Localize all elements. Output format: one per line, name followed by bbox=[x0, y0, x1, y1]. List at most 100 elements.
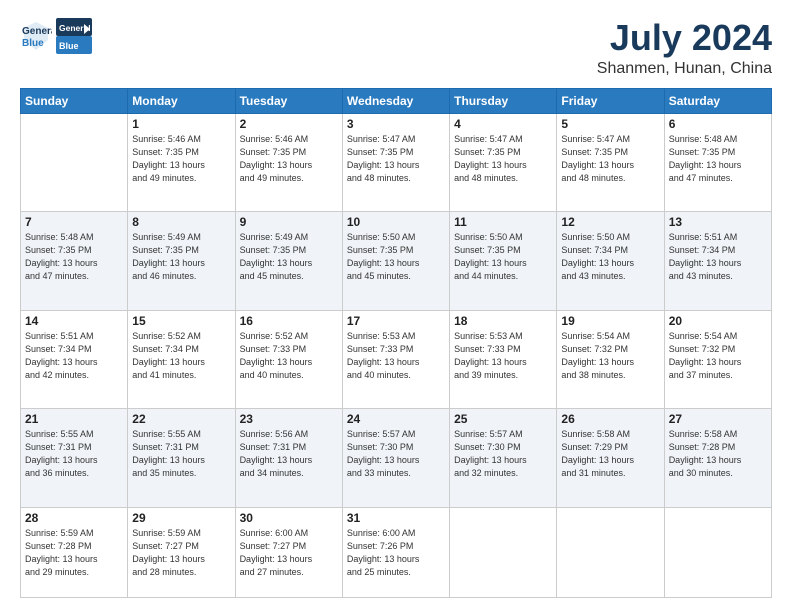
day-number: 11 bbox=[454, 215, 552, 229]
cell-info: Sunrise: 6:00 AM Sunset: 7:27 PM Dayligh… bbox=[240, 527, 338, 579]
cell-info: Sunrise: 5:50 AM Sunset: 7:35 PM Dayligh… bbox=[347, 231, 445, 283]
day-number: 3 bbox=[347, 117, 445, 131]
day-number: 16 bbox=[240, 314, 338, 328]
calendar-cell: 12 Sunrise: 5:50 AM Sunset: 7:34 PM Dayli… bbox=[557, 212, 664, 311]
cell-info: Sunrise: 5:46 AM Sunset: 7:35 PM Dayligh… bbox=[240, 133, 338, 185]
cell-info: Sunrise: 6:00 AM Sunset: 7:26 PM Dayligh… bbox=[347, 527, 445, 579]
day-number: 31 bbox=[347, 511, 445, 525]
logo-svg: General Blue bbox=[56, 18, 92, 54]
day-number: 13 bbox=[669, 215, 767, 229]
calendar-cell: 24Sunrise: 5:57 AM Sunset: 7:30 PM Dayli… bbox=[342, 409, 449, 508]
calendar-week-row: 28 Sunrise: 5:59 AM Sunset: 7:28 PM Dayli… bbox=[21, 507, 772, 597]
cell-info: Sunrise: 5:59 AM Sunset: 7:28 PM Dayligh… bbox=[25, 527, 123, 579]
day-number: 1 bbox=[132, 117, 230, 131]
calendar-cell: 28 Sunrise: 5:59 AM Sunset: 7:28 PM Dayli… bbox=[21, 507, 128, 597]
day-number: 29 bbox=[132, 511, 230, 525]
day-number: 20 bbox=[669, 314, 767, 328]
day-number: 5 bbox=[561, 117, 659, 131]
calendar-cell: 11 Sunrise: 5:50 AM Sunset: 7:35 PM Dayli… bbox=[450, 212, 557, 311]
calendar-cell: 22 Sunrise: 5:55 AM Sunset: 7:31 PM Dayli… bbox=[128, 409, 235, 508]
calendar-cell: 4Sunrise: 5:47 AM Sunset: 7:35 PM Daylig… bbox=[450, 113, 557, 212]
day-number: 19 bbox=[561, 314, 659, 328]
calendar-cell: 26 Sunrise: 5:58 AM Sunset: 7:29 PM Dayli… bbox=[557, 409, 664, 508]
calendar-cell: 19Sunrise: 5:54 AM Sunset: 7:32 PM Dayli… bbox=[557, 310, 664, 409]
column-header-saturday: Saturday bbox=[664, 88, 771, 113]
cell-info: Sunrise: 5:47 AM Sunset: 7:35 PM Dayligh… bbox=[561, 133, 659, 185]
calendar-cell bbox=[21, 113, 128, 212]
calendar-cell: 10 Sunrise: 5:50 AM Sunset: 7:35 PM Dayli… bbox=[342, 212, 449, 311]
calendar-header-row: SundayMondayTuesdayWednesdayThursdayFrid… bbox=[21, 88, 772, 113]
calendar-table: SundayMondayTuesdayWednesdayThursdayFrid… bbox=[20, 88, 772, 598]
day-number: 14 bbox=[25, 314, 123, 328]
calendar-cell: 7Sunrise: 5:48 AM Sunset: 7:35 PM Daylig… bbox=[21, 212, 128, 311]
cell-info: Sunrise: 5:58 AM Sunset: 7:28 PM Dayligh… bbox=[669, 428, 767, 480]
calendar-cell bbox=[664, 507, 771, 597]
month-title: July 2024 bbox=[597, 18, 772, 58]
day-number: 25 bbox=[454, 412, 552, 426]
logo-text-block: General Blue bbox=[56, 18, 92, 54]
location-title: Shanmen, Hunan, China bbox=[597, 60, 772, 78]
logo: General Blue General Blue bbox=[20, 18, 92, 54]
cell-info: Sunrise: 5:58 AM Sunset: 7:29 PM Dayligh… bbox=[561, 428, 659, 480]
cell-info: Sunrise: 5:54 AM Sunset: 7:32 PM Dayligh… bbox=[669, 330, 767, 382]
calendar-cell: 21 Sunrise: 5:55 AM Sunset: 7:31 PM Dayli… bbox=[21, 409, 128, 508]
title-block: July 2024 Shanmen, Hunan, China bbox=[597, 18, 772, 78]
day-number: 6 bbox=[669, 117, 767, 131]
header: General Blue General Blue July 2024 S bbox=[20, 18, 772, 78]
day-number: 26 bbox=[561, 412, 659, 426]
calendar-cell: 31 Sunrise: 6:00 AM Sunset: 7:26 PM Dayli… bbox=[342, 507, 449, 597]
calendar-cell: 27 Sunrise: 5:58 AM Sunset: 7:28 PM Dayli… bbox=[664, 409, 771, 508]
cell-info: Sunrise: 5:49 AM Sunset: 7:35 PM Dayligh… bbox=[240, 231, 338, 283]
column-header-tuesday: Tuesday bbox=[235, 88, 342, 113]
day-number: 9 bbox=[240, 215, 338, 229]
cell-info: Sunrise: 5:53 AM Sunset: 7:33 PM Dayligh… bbox=[454, 330, 552, 382]
cell-info: Sunrise: 5:56 AM Sunset: 7:31 PM Dayligh… bbox=[240, 428, 338, 480]
calendar-cell: 13 Sunrise: 5:51 AM Sunset: 7:34 PM Dayli… bbox=[664, 212, 771, 311]
calendar-cell: 16 Sunrise: 5:52 AM Sunset: 7:33 PM Dayli… bbox=[235, 310, 342, 409]
cell-info: Sunrise: 5:51 AM Sunset: 7:34 PM Dayligh… bbox=[25, 330, 123, 382]
day-number: 12 bbox=[561, 215, 659, 229]
cell-info: Sunrise: 5:50 AM Sunset: 7:35 PM Dayligh… bbox=[454, 231, 552, 283]
calendar-cell: 9 Sunrise: 5:49 AM Sunset: 7:35 PM Daylig… bbox=[235, 212, 342, 311]
cell-info: Sunrise: 5:52 AM Sunset: 7:33 PM Dayligh… bbox=[240, 330, 338, 382]
calendar-cell bbox=[450, 507, 557, 597]
calendar-cell: 30 Sunrise: 6:00 AM Sunset: 7:27 PM Dayli… bbox=[235, 507, 342, 597]
calendar-cell: 6Sunrise: 5:48 AM Sunset: 7:35 PM Daylig… bbox=[664, 113, 771, 212]
day-number: 8 bbox=[132, 215, 230, 229]
cell-info: Sunrise: 5:49 AM Sunset: 7:35 PM Dayligh… bbox=[132, 231, 230, 283]
cell-info: Sunrise: 5:53 AM Sunset: 7:33 PM Dayligh… bbox=[347, 330, 445, 382]
day-number: 22 bbox=[132, 412, 230, 426]
day-number: 21 bbox=[25, 412, 123, 426]
day-number: 2 bbox=[240, 117, 338, 131]
day-number: 28 bbox=[25, 511, 123, 525]
day-number: 27 bbox=[669, 412, 767, 426]
cell-info: Sunrise: 5:55 AM Sunset: 7:31 PM Dayligh… bbox=[132, 428, 230, 480]
cell-info: Sunrise: 5:47 AM Sunset: 7:35 PM Dayligh… bbox=[454, 133, 552, 185]
logo-icon: General Blue bbox=[20, 20, 52, 52]
calendar-cell bbox=[557, 507, 664, 597]
calendar-cell: 5 Sunrise: 5:47 AM Sunset: 7:35 PM Daylig… bbox=[557, 113, 664, 212]
calendar-cell: 14 Sunrise: 5:51 AM Sunset: 7:34 PM Dayli… bbox=[21, 310, 128, 409]
calendar-cell: 3Sunrise: 5:47 AM Sunset: 7:35 PM Daylig… bbox=[342, 113, 449, 212]
cell-info: Sunrise: 5:52 AM Sunset: 7:34 PM Dayligh… bbox=[132, 330, 230, 382]
day-number: 30 bbox=[240, 511, 338, 525]
calendar-cell: 18 Sunrise: 5:53 AM Sunset: 7:33 PM Dayli… bbox=[450, 310, 557, 409]
cell-info: Sunrise: 5:51 AM Sunset: 7:34 PM Dayligh… bbox=[669, 231, 767, 283]
calendar-cell: 8 Sunrise: 5:49 AM Sunset: 7:35 PM Daylig… bbox=[128, 212, 235, 311]
column-header-friday: Friday bbox=[557, 88, 664, 113]
cell-info: Sunrise: 5:59 AM Sunset: 7:27 PM Dayligh… bbox=[132, 527, 230, 579]
column-header-sunday: Sunday bbox=[21, 88, 128, 113]
cell-info: Sunrise: 5:50 AM Sunset: 7:34 PM Dayligh… bbox=[561, 231, 659, 283]
day-number: 23 bbox=[240, 412, 338, 426]
column-header-thursday: Thursday bbox=[450, 88, 557, 113]
cell-info: Sunrise: 5:55 AM Sunset: 7:31 PM Dayligh… bbox=[25, 428, 123, 480]
day-number: 18 bbox=[454, 314, 552, 328]
day-number: 24 bbox=[347, 412, 445, 426]
svg-text:Blue: Blue bbox=[22, 38, 44, 49]
cell-info: Sunrise: 5:57 AM Sunset: 7:30 PM Dayligh… bbox=[454, 428, 552, 480]
calendar-cell: 25 Sunrise: 5:57 AM Sunset: 7:30 PM Dayli… bbox=[450, 409, 557, 508]
day-number: 10 bbox=[347, 215, 445, 229]
calendar-cell: 1Sunrise: 5:46 AM Sunset: 7:35 PM Daylig… bbox=[128, 113, 235, 212]
svg-text:General: General bbox=[22, 26, 52, 37]
calendar-cell: 2 Sunrise: 5:46 AM Sunset: 7:35 PM Daylig… bbox=[235, 113, 342, 212]
